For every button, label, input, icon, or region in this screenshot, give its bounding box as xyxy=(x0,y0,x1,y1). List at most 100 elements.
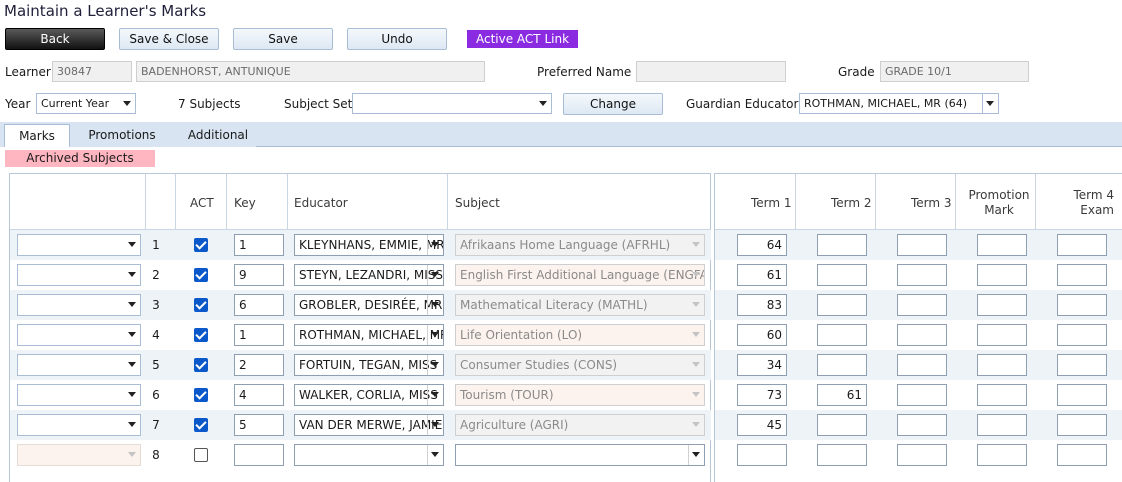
term4-exam-input[interactable] xyxy=(1057,294,1107,316)
term3-input[interactable] xyxy=(897,354,947,376)
term1-input[interactable]: 34 xyxy=(737,354,787,376)
learner-id-field: 30847 xyxy=(52,61,132,82)
term2-input[interactable] xyxy=(817,264,867,286)
educator-select[interactable]: GROBLER, DESIRÉE, MRS xyxy=(294,294,444,316)
archived-subjects-button[interactable]: Archived Subjects xyxy=(5,150,155,167)
subject-select[interactable] xyxy=(455,444,705,466)
table-row-select[interactable] xyxy=(17,354,141,376)
promotion-mark-input[interactable] xyxy=(977,414,1027,436)
term3-input[interactable] xyxy=(897,444,947,466)
educator-select[interactable]: KLEYNHANS, EMMIE, MRS xyxy=(294,234,444,256)
chevron-down-icon xyxy=(986,101,994,106)
promotion-mark-input[interactable] xyxy=(977,294,1027,316)
key-input[interactable]: 1 xyxy=(234,324,284,346)
term4-exam-input[interactable] xyxy=(1057,384,1107,406)
save-close-button[interactable]: Save & Close xyxy=(119,28,219,50)
term2-input[interactable] xyxy=(817,354,867,376)
dropdown-button xyxy=(427,325,443,345)
term4-exam-input[interactable] xyxy=(1057,234,1107,256)
act-checkbox[interactable] xyxy=(194,268,208,282)
promotion-mark-input[interactable] xyxy=(977,354,1027,376)
term1-input[interactable]: 73 xyxy=(737,384,787,406)
act-checkbox[interactable] xyxy=(194,238,208,252)
active-act-link[interactable]: Active ACT Link xyxy=(467,30,578,48)
term1-input[interactable]: 45 xyxy=(737,414,787,436)
term3-input[interactable] xyxy=(897,414,947,436)
subject-set-select[interactable] xyxy=(352,93,552,114)
act-checkbox[interactable] xyxy=(194,358,208,372)
key-input[interactable]: 2 xyxy=(234,354,284,376)
educator-select[interactable]: WALKER, CORLIA, MISS xyxy=(294,384,444,406)
term3-input[interactable] xyxy=(897,234,947,256)
term4-exam-input[interactable] xyxy=(1057,324,1107,346)
term3-input[interactable] xyxy=(897,384,947,406)
term3-input[interactable] xyxy=(897,294,947,316)
key-input[interactable]: 5 xyxy=(234,414,284,436)
header-separator xyxy=(145,174,146,230)
chevron-down-icon xyxy=(431,392,439,397)
act-checkbox[interactable] xyxy=(194,328,208,342)
back-button[interactable]: Back xyxy=(5,28,105,50)
change-button[interactable]: Change xyxy=(563,93,663,115)
year-select[interactable]: Current Year xyxy=(36,93,136,114)
table-row-select[interactable] xyxy=(17,234,141,256)
term4-exam-input[interactable] xyxy=(1057,354,1107,376)
educator-select[interactable]: STEYN, LEZANDRI, MISS xyxy=(294,264,444,286)
promotion-mark-input[interactable] xyxy=(977,444,1027,466)
key-input[interactable]: 1 xyxy=(234,234,284,256)
key-input[interactable] xyxy=(234,444,284,466)
chevron-down-icon xyxy=(128,302,136,307)
row-number: 1 xyxy=(152,238,160,252)
key-input[interactable]: 4 xyxy=(234,384,284,406)
promotion-mark-input[interactable] xyxy=(977,234,1027,256)
undo-button[interactable]: Undo xyxy=(347,28,447,50)
term2-input[interactable]: 61 xyxy=(817,384,867,406)
term2-input[interactable] xyxy=(817,324,867,346)
tab-additional[interactable]: Additional xyxy=(180,124,256,147)
term3-input[interactable] xyxy=(897,264,947,286)
act-checkbox[interactable] xyxy=(194,418,208,432)
guardian-educator-select[interactable]: ROTHMAN, MICHAEL, MR (64) xyxy=(799,93,999,114)
promotion-mark-input[interactable] xyxy=(977,384,1027,406)
tab-marks[interactable]: Marks xyxy=(4,124,70,147)
table-row-select[interactable] xyxy=(17,324,141,346)
chevron-down-icon xyxy=(431,302,439,307)
term2-input[interactable] xyxy=(817,414,867,436)
educator-select[interactable]: ROTHMAN, MICHAEL, MR xyxy=(294,324,444,346)
term1-input[interactable]: 60 xyxy=(737,324,787,346)
act-checkbox[interactable] xyxy=(194,298,208,312)
subject-value: Consumer Studies (CONS) xyxy=(460,358,618,372)
term2-input[interactable] xyxy=(817,234,867,256)
term1-input[interactable]: 83 xyxy=(737,294,787,316)
educator-select[interactable]: FORTUIN, TEGAN, MISS xyxy=(294,354,444,376)
table-row-select[interactable] xyxy=(17,384,141,406)
save-button[interactable]: Save xyxy=(233,28,333,50)
subject-select: Tourism (TOUR) xyxy=(455,384,705,406)
header-separator xyxy=(226,174,227,230)
table-row-select[interactable] xyxy=(17,414,141,436)
key-input[interactable]: 6 xyxy=(234,294,284,316)
term2-input[interactable] xyxy=(817,444,867,466)
educator-select[interactable] xyxy=(294,444,444,466)
promotion-mark-input[interactable] xyxy=(977,264,1027,286)
term4-exam-input[interactable] xyxy=(1057,444,1107,466)
term4-exam-input[interactable] xyxy=(1057,264,1107,286)
table-row-select[interactable] xyxy=(17,444,141,466)
term4-exam-input[interactable] xyxy=(1057,414,1107,436)
promotion-mark-input[interactable] xyxy=(977,324,1027,346)
key-input[interactable]: 9 xyxy=(234,264,284,286)
tab-promotions[interactable]: Promotions xyxy=(82,124,162,147)
table-row-select[interactable] xyxy=(17,294,141,316)
educator-value: STEYN, LEZANDRI, MISS xyxy=(299,268,444,282)
act-checkbox[interactable] xyxy=(194,388,208,402)
term2-input[interactable] xyxy=(817,294,867,316)
table-row-select[interactable] xyxy=(17,264,141,286)
term1-input[interactable]: 64 xyxy=(737,234,787,256)
term3-input[interactable] xyxy=(897,324,947,346)
term1-input[interactable]: 61 xyxy=(737,264,787,286)
preferred-name-field[interactable] xyxy=(636,61,786,82)
educator-select[interactable]: VAN DER MERWE, JAMIE xyxy=(294,414,444,436)
act-checkbox[interactable] xyxy=(194,448,208,462)
row-number: 7 xyxy=(152,418,160,432)
term1-input[interactable] xyxy=(737,444,787,466)
